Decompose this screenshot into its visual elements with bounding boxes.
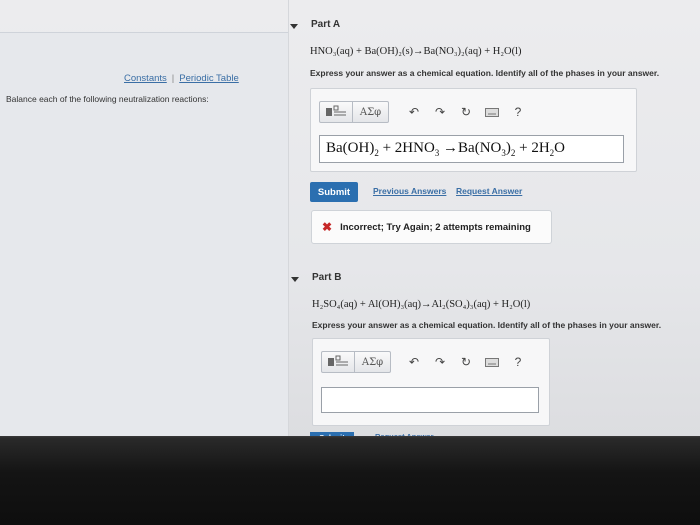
panel-divider (288, 0, 289, 440)
redo-icon[interactable]: ↷ (427, 351, 453, 373)
greek-symbols-button[interactable]: ΑΣφ (355, 351, 391, 373)
template-icon (325, 105, 347, 120)
periodic-table-link[interactable]: Periodic Table (179, 73, 239, 84)
link-separator: | (171, 73, 175, 84)
template-button[interactable] (321, 351, 355, 373)
part-a-header[interactable]: Part A (311, 19, 340, 30)
template-button[interactable] (319, 101, 353, 123)
feedback-message: ✖ Incorrect; Try Again; 2 attempts remai… (311, 210, 552, 244)
reset-icon[interactable]: ↻ (453, 351, 479, 373)
part-a-answer-text: Ba(OH)2 + 2HNO3 →Ba(NO3)2 + 2H2O (326, 140, 566, 158)
left-panel: Constants | Periodic Table Balance each of… (0, 32, 288, 440)
part-a-collapse-icon[interactable] (290, 24, 298, 29)
part-a-editor: ΑΣφ ↶ ↷ ↻ ? Ba(OH)2 + 2HNO3 →Ba(NO3)2 + … (310, 88, 637, 172)
part-b-answer-input[interactable] (321, 387, 539, 413)
part-a-request-answer-link[interactable]: Request Answer (456, 186, 522, 196)
part-a-formula: HNO₃(aq) + Ba(OH)₂(s)→Ba(NO₃)₂(aq) + H₂O… (310, 46, 522, 57)
part-b-header[interactable]: Part B (312, 272, 341, 283)
part-b-editor: ΑΣφ ↶ ↷ ↻ ? (312, 338, 550, 426)
undo-icon[interactable]: ↶ (401, 351, 427, 373)
reset-icon[interactable]: ↻ (453, 101, 479, 123)
keyboard-icon[interactable] (479, 101, 505, 123)
part-b-toolbar: ΑΣφ ↶ ↷ ↻ ? (321, 351, 531, 373)
part-b-prompt: Express your answer as a chemical equati… (312, 320, 662, 330)
previous-answers-link[interactable]: Previous Answers (373, 186, 446, 196)
help-icon[interactable]: ? (505, 351, 531, 373)
monitor-bezel (0, 438, 700, 525)
screen: Constants | Periodic Table Balance each of… (0, 0, 700, 440)
resource-links: Constants | Periodic Table (124, 73, 239, 84)
part-a-submit-button[interactable]: Submit (310, 182, 358, 202)
part-b-formula: H₂SO₄(aq) + Al(OH)₃(aq)→Al₂(SO₄)₃(aq) + … (312, 299, 531, 310)
instructions: Balance each of the following neutraliza… (6, 94, 209, 104)
part-b-collapse-icon[interactable] (291, 277, 299, 282)
constants-link[interactable]: Constants (124, 73, 167, 84)
part-a-answer-input[interactable]: Ba(OH)2 + 2HNO3 →Ba(NO3)2 + 2H2O (319, 135, 624, 163)
template-icon (327, 355, 349, 370)
part-a-prompt: Express your answer as a chemical equati… (310, 68, 660, 78)
help-icon[interactable]: ? (505, 101, 531, 123)
redo-icon[interactable]: ↷ (427, 101, 453, 123)
keyboard-icon[interactable] (479, 351, 505, 373)
greek-symbols-button[interactable]: ΑΣφ (353, 101, 389, 123)
part-a-toolbar: ΑΣφ ↶ ↷ ↻ ? (319, 101, 531, 123)
feedback-text: Incorrect; Try Again; 2 attempts remaini… (340, 221, 531, 233)
incorrect-icon: ✖ (322, 220, 333, 234)
undo-icon[interactable]: ↶ (401, 101, 427, 123)
